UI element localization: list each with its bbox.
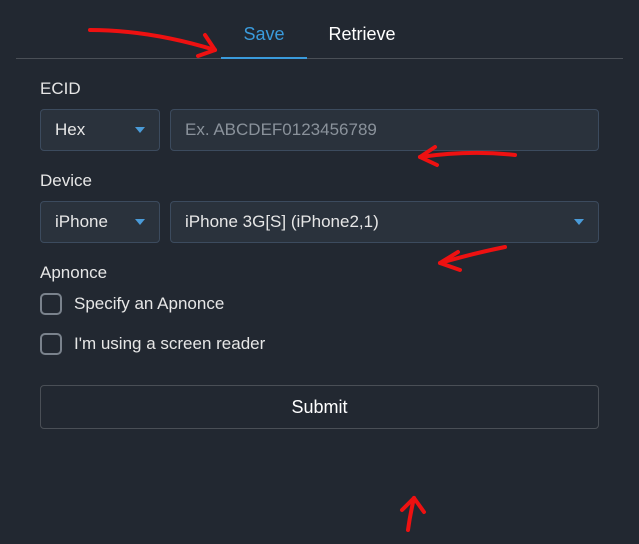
device-model-select[interactable]: iPhone 3G[S] (iPhone2,1) <box>170 201 599 243</box>
chevron-down-icon <box>135 127 145 133</box>
device-type-value: iPhone <box>55 212 108 232</box>
chevron-down-icon <box>574 219 584 225</box>
tabs: Save Retrieve <box>16 0 623 59</box>
ecid-input-wrap <box>170 109 599 151</box>
chevron-down-icon <box>135 219 145 225</box>
ecid-format-value: Hex <box>55 120 85 140</box>
screen-reader-label: I'm using a screen reader <box>74 334 265 354</box>
ecid-label: ECID <box>40 79 599 99</box>
screen-reader-checkbox[interactable] <box>40 333 62 355</box>
apnonce-label: Apnonce <box>40 263 599 283</box>
tab-retrieve[interactable]: Retrieve <box>307 12 418 58</box>
apnonce-specify-checkbox[interactable] <box>40 293 62 315</box>
apnonce-specify-label: Specify an Apnonce <box>74 294 224 314</box>
ecid-input[interactable] <box>185 120 584 140</box>
tab-save[interactable]: Save <box>221 12 306 59</box>
form: ECID Hex Device iPhone iPhone 3G[S] (iPh… <box>0 59 639 429</box>
ecid-format-select[interactable]: Hex <box>40 109 160 151</box>
device-model-value: iPhone 3G[S] (iPhone2,1) <box>185 212 379 232</box>
device-type-select[interactable]: iPhone <box>40 201 160 243</box>
device-label: Device <box>40 171 599 191</box>
submit-button[interactable]: Submit <box>40 385 599 429</box>
